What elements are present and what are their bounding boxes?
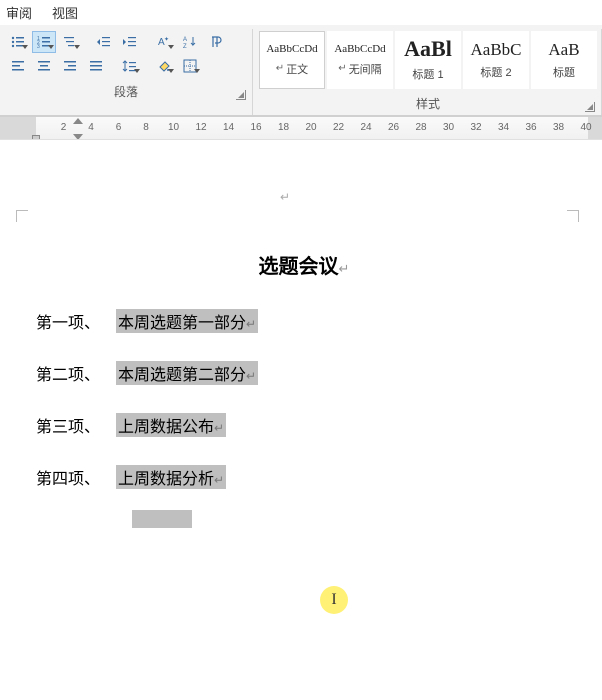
- first-line-indent-marker[interactable]: [73, 118, 83, 124]
- styles-group-label: 样式: [416, 97, 440, 111]
- page-corner-topleft: [16, 210, 28, 222]
- numbering-button[interactable]: 123: [32, 31, 56, 53]
- item-label: 第三项、: [36, 413, 116, 437]
- style-item-4[interactable]: AaB 标题: [531, 31, 597, 89]
- ruler-tick: 6: [116, 122, 122, 133]
- align-center-button[interactable]: [32, 55, 56, 77]
- svg-text:✦: ✦: [164, 36, 169, 43]
- ruler-tick: 12: [195, 122, 206, 133]
- menu-view[interactable]: 视图: [52, 3, 78, 22]
- styles-launcher[interactable]: [585, 102, 595, 112]
- ruler-tick: 24: [360, 122, 371, 133]
- increase-indent-button[interactable]: [118, 31, 142, 53]
- decrease-indent-button[interactable]: [92, 31, 116, 53]
- page-corner-topright: [567, 210, 579, 222]
- chinese-layout-button[interactable]: A✦: [152, 31, 176, 53]
- ruler-tick: 10: [168, 122, 179, 133]
- document-area[interactable]: ↵ 选题会议↵ 第一项、 本周选题第一部分↵ 第二项、 本周选题第二部分↵ 第三项、…: [0, 140, 602, 700]
- ruler-tick: 28: [415, 122, 426, 133]
- line-spacing-button[interactable]: [118, 55, 142, 77]
- ruler-tick: 20: [305, 122, 316, 133]
- sort-button[interactable]: AZ: [178, 31, 202, 53]
- multilevel-list-button[interactable]: [58, 31, 82, 53]
- svg-text:Z: Z: [183, 44, 187, 50]
- list-item[interactable]: 第四项、 上周数据分析↵: [36, 465, 572, 489]
- item-label: 第二项、: [36, 361, 116, 385]
- ruler-tick: 16: [250, 122, 261, 133]
- horizontal-ruler[interactable]: 246810121416182022242628303234363840: [0, 116, 602, 140]
- ruler-tick: 30: [443, 122, 454, 133]
- ruler-tick: 36: [525, 122, 536, 133]
- bullets-button[interactable]: [6, 31, 30, 53]
- style-item-2[interactable]: AaBl 标题 1: [395, 31, 461, 89]
- show-marks-button[interactable]: [204, 31, 228, 53]
- ribbon: 123 A✦ AZ 段落: [0, 25, 602, 116]
- shading-button[interactable]: [152, 55, 176, 77]
- item-text[interactable]: 上周数据分析↵: [116, 465, 226, 489]
- item-text[interactable]: 上周数据公布↵: [116, 413, 226, 437]
- paragraph-launcher[interactable]: [236, 90, 246, 100]
- list-item[interactable]: 第三项、 上周数据公布↵: [36, 413, 572, 437]
- svg-text:A: A: [183, 37, 187, 43]
- ruler-tick: 14: [223, 122, 234, 133]
- item-text[interactable]: 本周选题第二部分↵: [116, 361, 258, 385]
- style-item-0[interactable]: AaBbCcDd ↵正文: [259, 31, 325, 89]
- ruler-tick: 4: [88, 122, 94, 133]
- paragraph-mark: ↵: [280, 190, 290, 204]
- ruler-tick: 18: [278, 122, 289, 133]
- menu-review[interactable]: 审阅: [6, 3, 32, 22]
- style-item-1[interactable]: AaBbCcDd ↵无间隔: [327, 31, 393, 89]
- ruler-tick: 26: [388, 122, 399, 133]
- item-label: 第四项、: [36, 465, 116, 489]
- align-left-button[interactable]: [6, 55, 30, 77]
- align-justify-button[interactable]: [84, 55, 108, 77]
- list-item[interactable]: 第一项、 本周选题第一部分↵: [36, 309, 572, 333]
- document-title[interactable]: 选题会议↵: [36, 250, 572, 279]
- ruler-tick: 34: [498, 122, 509, 133]
- item-label: 第一项、: [36, 309, 116, 333]
- align-right-button[interactable]: [58, 55, 82, 77]
- styles-group: AaBbCcDd ↵正文AaBbCcDd ↵无间隔AaBl 标题 1AaBbC …: [253, 29, 602, 115]
- ruler-tick: 8: [143, 122, 149, 133]
- paragraph-group-label: 段落: [114, 85, 138, 99]
- text-cursor-indicator: I: [320, 586, 348, 614]
- item-text[interactable]: 本周选题第一部分↵: [116, 309, 258, 333]
- svg-text:3: 3: [37, 44, 40, 50]
- paragraph-group: 123 A✦ AZ 段落: [0, 29, 253, 115]
- ruler-tick: 2: [61, 122, 67, 133]
- selection-tail: [132, 510, 192, 528]
- ruler-tick: 40: [580, 122, 591, 133]
- ruler-tick: 32: [470, 122, 481, 133]
- ruler-tick: 22: [333, 122, 344, 133]
- style-item-3[interactable]: AaBbC 标题 2: [463, 31, 529, 89]
- list-item[interactable]: 第二项、 本周选题第二部分↵: [36, 361, 572, 385]
- ruler-tick: 38: [553, 122, 564, 133]
- borders-button[interactable]: [178, 55, 202, 77]
